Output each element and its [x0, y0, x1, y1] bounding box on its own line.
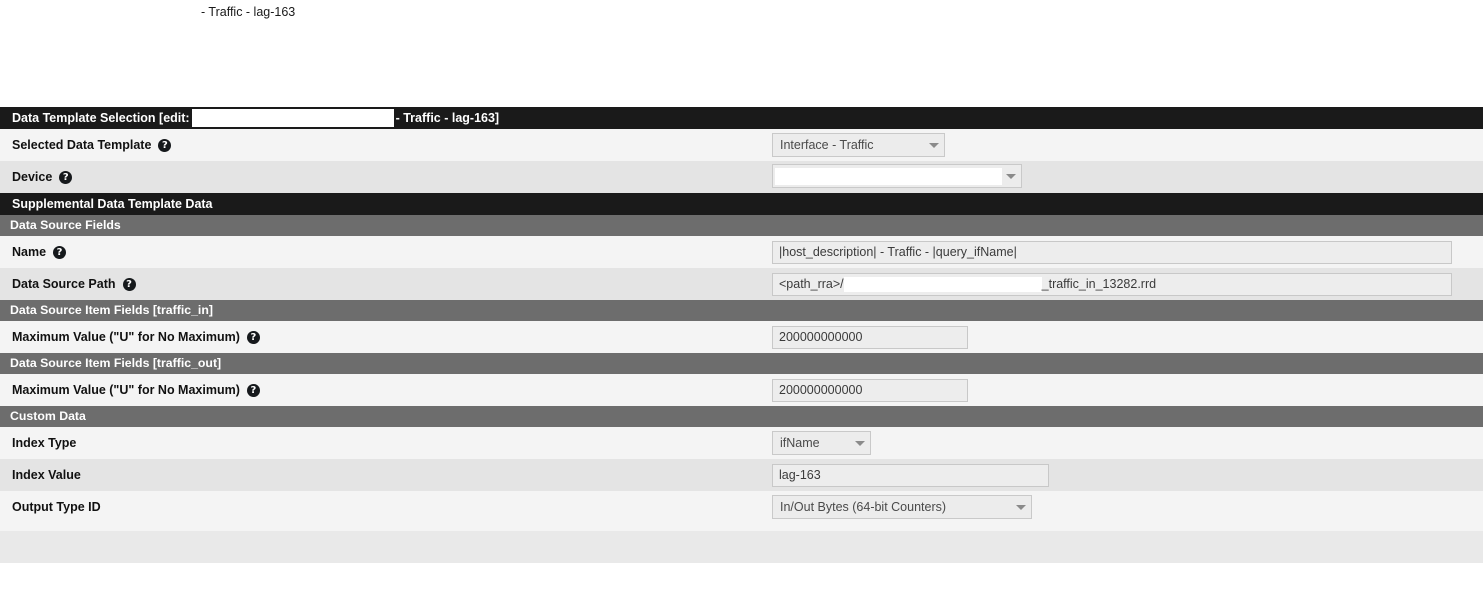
- item-fields-in-section-row: Data Source Item Fields [traffic_in]: [0, 300, 1483, 321]
- output-type-id-field-cell: In/Out Bytes (64-bit Counters): [772, 491, 1483, 523]
- custom-data-section-row: Custom Data: [0, 406, 1483, 427]
- data-template-selection-title-cell: Data Template Selection [edit: - Traffic…: [0, 107, 1483, 129]
- max-value-in-label-cell: Maximum Value ("U" for No Maximum) ?: [0, 321, 772, 353]
- custom-data-section-label: Custom Data: [10, 409, 86, 423]
- index-value-label: Index Value: [12, 468, 81, 482]
- chevron-down-icon: [1006, 173, 1016, 179]
- data-source-fields-section-cell: Data Source Fields: [0, 215, 1483, 236]
- row-index-value: Index Value lag-163: [0, 459, 1483, 491]
- chevron-down-icon: [1016, 504, 1026, 510]
- selected-data-template-select[interactable]: Interface - Traffic: [772, 133, 945, 157]
- index-value-input[interactable]: lag-163: [772, 463, 1049, 487]
- item-fields-out-section-row: Data Source Item Fields [traffic_out]: [0, 353, 1483, 374]
- help-icon[interactable]: ?: [59, 170, 73, 184]
- supplemental-section-row: Supplemental Data Template Data: [0, 193, 1483, 215]
- data-source-path-label: Data Source Path: [12, 277, 116, 291]
- data-template-selection-title-row: Data Template Selection [edit: - Traffic…: [0, 107, 1483, 129]
- row-max-value-in: Maximum Value ("U" for No Maximum) ? 200…: [0, 321, 1483, 353]
- data-source-path-input[interactable]: <path_rra>/ _traffic_in_13282.rrd: [772, 272, 1452, 296]
- supplemental-section-label: Supplemental Data Template Data: [12, 197, 213, 211]
- name-label: Name: [12, 245, 47, 259]
- help-icon[interactable]: ?: [122, 277, 136, 291]
- output-type-id-select[interactable]: In/Out Bytes (64-bit Counters): [772, 495, 1032, 519]
- data-source-path-redacted: [843, 276, 1042, 292]
- footer-spacer-row: [0, 523, 1483, 531]
- help-icon[interactable]: ?: [53, 245, 67, 259]
- data-source-fields-section-row: Data Source Fields: [0, 215, 1483, 236]
- device-field-cell: [772, 161, 1483, 193]
- device-label: Device: [12, 170, 53, 184]
- help-icon[interactable]: ?: [246, 383, 260, 397]
- data-source-path-label-cell: Data Source Path ?: [0, 268, 772, 300]
- title-redacted-device-name: [191, 109, 394, 127]
- item-fields-in-section-cell: Data Source Item Fields [traffic_in]: [0, 300, 1483, 321]
- row-data-source-path: Data Source Path ? <path_rra>/ _traffic_…: [0, 268, 1483, 300]
- max-value-out-input[interactable]: 200000000000: [772, 378, 968, 402]
- index-value-field-cell: lag-163: [772, 459, 1483, 491]
- output-type-id-value: In/Out Bytes (64-bit Counters): [780, 500, 947, 514]
- footer-action-row: [0, 531, 1483, 563]
- index-type-value: ifName: [780, 436, 820, 450]
- data-source-path-prefix: <path_rra>/: [779, 277, 844, 291]
- selected-data-template-value: Interface - Traffic: [780, 138, 874, 152]
- row-index-type: Index Type ifName: [0, 427, 1483, 459]
- max-value-out-label-cell: Maximum Value ("U" for No Maximum) ?: [0, 374, 772, 406]
- supplemental-section-cell: Supplemental Data Template Data: [0, 193, 1483, 215]
- row-device: Device ?: [0, 161, 1483, 193]
- item-fields-out-section-label: Data Source Item Fields [traffic_out]: [10, 356, 222, 370]
- help-icon[interactable]: ?: [158, 138, 172, 152]
- data-source-path-field-cell: <path_rra>/ _traffic_in_13282.rrd: [772, 268, 1483, 300]
- max-value-out-label: Maximum Value ("U" for No Maximum): [12, 383, 240, 397]
- row-name: Name ? |host_description| - Traffic - |q…: [0, 236, 1483, 268]
- index-type-select[interactable]: ifName: [772, 431, 871, 455]
- index-type-label-cell: Index Type: [0, 427, 772, 459]
- selected-data-template-label: Selected Data Template: [12, 138, 152, 152]
- data-template-form: Data Template Selection [edit: - Traffic…: [0, 107, 1483, 563]
- data-source-fields-section-label: Data Source Fields: [10, 218, 121, 232]
- footer-action-cell: [0, 531, 1483, 563]
- device-redacted-value: [775, 167, 1002, 185]
- name-field-cell: |host_description| - Traffic - |query_if…: [772, 236, 1483, 268]
- max-value-in-label: Maximum Value ("U" for No Maximum): [12, 330, 240, 344]
- chevron-down-icon: [929, 142, 939, 148]
- row-max-value-out: Maximum Value ("U" for No Maximum) ? 200…: [0, 374, 1483, 406]
- row-output-type-id: Output Type ID In/Out Bytes (64-bit Coun…: [0, 491, 1483, 523]
- data-template-edit-page: - Traffic - lag-163 Data Template Select…: [0, 0, 1483, 606]
- title-suffix: - Traffic - lag-163]: [395, 111, 500, 125]
- device-select[interactable]: [772, 164, 1022, 189]
- row-selected-data-template: Selected Data Template ? Interface - Tra…: [0, 129, 1483, 161]
- chevron-down-icon: [855, 440, 865, 446]
- custom-data-section-cell: Custom Data: [0, 406, 1483, 427]
- title-prefix: Data Template Selection [edit:: [12, 111, 190, 125]
- output-type-id-label-cell: Output Type ID: [0, 491, 772, 523]
- page-top-caption: - Traffic - lag-163: [201, 5, 296, 19]
- index-type-field-cell: ifName: [772, 427, 1483, 459]
- data-source-path-suffix: _traffic_in_13282.rrd: [1041, 277, 1157, 291]
- name-label-cell: Name ?: [0, 236, 772, 268]
- name-input[interactable]: |host_description| - Traffic - |query_if…: [772, 240, 1452, 264]
- max-value-in-input[interactable]: 200000000000: [772, 325, 968, 349]
- item-fields-out-section-cell: Data Source Item Fields [traffic_out]: [0, 353, 1483, 374]
- output-type-id-label: Output Type ID: [12, 500, 101, 514]
- index-value-label-cell: Index Value: [0, 459, 772, 491]
- max-value-in-field-cell: 200000000000: [772, 321, 1483, 353]
- item-fields-in-section-label: Data Source Item Fields [traffic_in]: [10, 303, 213, 317]
- footer-spacer-cell: [0, 523, 1483, 531]
- device-label-cell: Device ?: [0, 161, 772, 193]
- max-value-out-field-cell: 200000000000: [772, 374, 1483, 406]
- selected-data-template-field-cell: Interface - Traffic: [772, 129, 1483, 161]
- help-icon[interactable]: ?: [246, 330, 260, 344]
- index-type-label: Index Type: [12, 436, 77, 450]
- selected-data-template-label-cell: Selected Data Template ?: [0, 129, 772, 161]
